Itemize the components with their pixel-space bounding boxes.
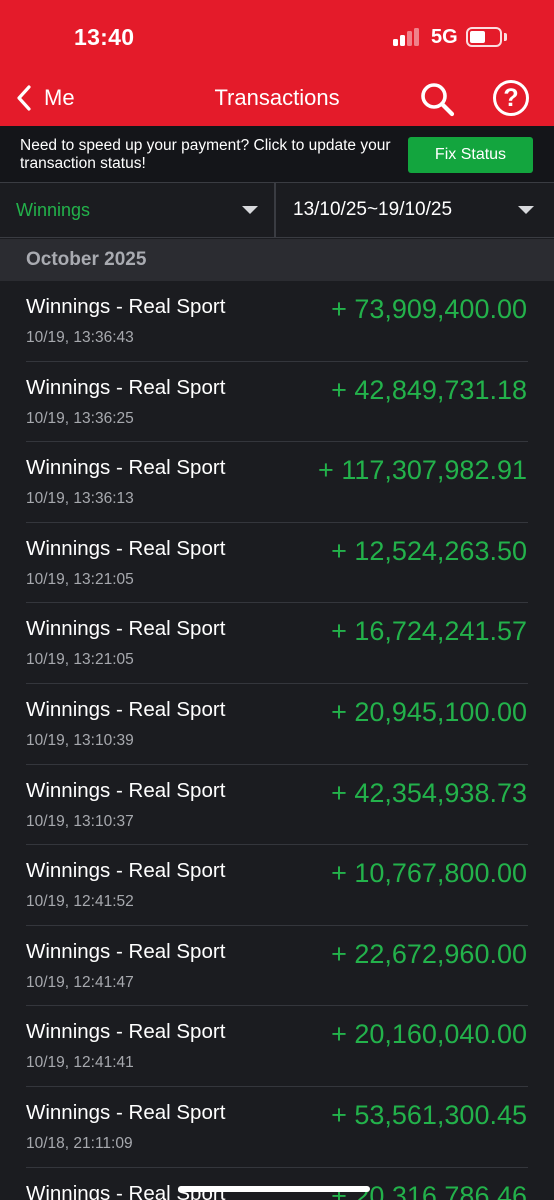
date-range-value: 13/10/25~19/10/25 [293, 199, 453, 220]
transaction-time: 10/19, 13:36:25 [26, 409, 134, 427]
transaction-row[interactable]: Winnings - Real Sport 10/19, 12:41:47 + … [0, 926, 554, 1007]
fix-status-button[interactable]: Fix Status [408, 137, 533, 173]
transaction-amount: + 22,672,960.00 [331, 938, 527, 969]
page-title: Transactions [214, 85, 340, 110]
transaction-name: Winnings - Real Sport [26, 939, 226, 963]
filter-bar: Winnings 13/10/25~19/10/25 [0, 182, 554, 238]
transaction-row[interactable]: Winnings - Real Sport 10/19, 13:21:05 + … [0, 603, 554, 684]
transaction-time: 10/19, 13:21:05 [26, 651, 134, 669]
transaction-name: Winnings - Real Sport [26, 778, 226, 802]
transaction-row[interactable]: Winnings - Real Sport 10/18, 21:11:09 + … [0, 1087, 554, 1168]
transaction-amount: + 73,909,400.00 [331, 294, 527, 324]
transaction-name: Winnings - Real Sport [26, 1020, 226, 1044]
transaction-name: Winnings - Real Sport [26, 536, 226, 560]
transaction-name: Winnings - Real Sport [26, 617, 226, 641]
transaction-list: Winnings - Real Sport 10/19, 13:36:43 + … [0, 281, 554, 1200]
month-label: October 2025 [26, 249, 147, 270]
transaction-amount: + 20,160,040.00 [331, 1019, 527, 1050]
transaction-amount: + 16,724,241.57 [331, 616, 527, 647]
transaction-time: 10/19, 12:41:52 [26, 893, 134, 911]
transaction-row[interactable]: Winnings - Real Sport 10/19, 13:10:37 + … [0, 765, 554, 846]
transaction-name: Winnings - Real Sport [26, 375, 226, 399]
caret-down-icon [518, 206, 534, 214]
help-circle-icon: ? [503, 83, 519, 112]
transaction-time: 10/19, 13:21:05 [26, 570, 134, 588]
battery-cap [504, 33, 507, 41]
banner-message: Need to speed up your payment? Click to … [20, 137, 391, 172]
date-range-dropdown[interactable]: 13/10/25~19/10/25 [278, 183, 554, 237]
transaction-row[interactable]: Winnings - Real Sport 10/19, 13:36:25 + … [0, 362, 554, 443]
month-section-header: October 2025 [0, 239, 554, 281]
transaction-time: 10/19, 13:10:37 [26, 812, 134, 830]
transaction-type-value: Winnings [16, 199, 91, 220]
transaction-time: 10/19, 13:36:13 [26, 490, 134, 508]
transaction-amount: + 10,767,800.00 [331, 858, 527, 889]
help-button[interactable]: ? [493, 80, 529, 116]
transaction-row[interactable]: Winnings - Real Sport 10/19, 13:36:13 + … [0, 442, 554, 523]
search-button[interactable] [418, 80, 456, 118]
home-indicator[interactable] [178, 1186, 370, 1192]
transaction-amount: + 20,945,100.00 [331, 696, 527, 727]
network-type: 5G [431, 26, 458, 48]
transaction-name: Winnings - Real Sport [26, 295, 226, 318]
transaction-amount: + 42,354,938.73 [331, 777, 527, 808]
status-time: 13:40 [74, 24, 135, 50]
transaction-row[interactable]: Winnings - Real Sport 10/19, 13:10:39 + … [0, 684, 554, 765]
transaction-type-dropdown[interactable]: Winnings [0, 183, 276, 237]
app-header: 13:40 5G Me Transactions ? [0, 0, 554, 126]
caret-down-icon [242, 206, 258, 214]
transaction-amount: + 12,524,263.50 [331, 535, 527, 566]
transaction-row[interactable]: Winnings - Real Sport 10/19, 13:36:43 + … [0, 281, 554, 362]
battery-icon [466, 27, 502, 47]
transaction-row[interactable]: Winnings - Real Sport 10/19, 12:41:41 + … [0, 1006, 554, 1087]
transaction-row[interactable]: Winnings - Real Sport 10/19, 12:41:52 + … [0, 845, 554, 926]
transaction-row[interactable]: Winnings - Real Sport 10/19, 13:21:05 + … [0, 523, 554, 604]
transaction-name: Winnings - Real Sport [26, 859, 226, 883]
transaction-time: 10/19, 12:41:41 [26, 1054, 134, 1072]
transaction-row[interactable]: Winnings - Real Sport + 20,316,786.46 [0, 1168, 554, 1200]
transaction-time: 10/19, 12:41:47 [26, 973, 134, 991]
transaction-time: 10/18, 21:11:09 [26, 1134, 133, 1152]
transactions-screen: 13:40 5G Me Transactions ? Need to speed… [0, 0, 554, 1200]
transaction-amount: + 42,849,731.18 [331, 374, 527, 405]
transaction-time: 10/19, 13:36:43 [26, 329, 134, 346]
transaction-amount: + 117,307,982.91 [318, 455, 527, 486]
signal-strength-icon [393, 28, 422, 46]
transaction-name: Winnings - Real Sport [26, 697, 226, 721]
transaction-name: Winnings - Real Sport [26, 456, 226, 480]
transaction-time: 10/19, 13:10:39 [26, 731, 134, 749]
transaction-name: Winnings - Real Sport [26, 1100, 226, 1124]
transaction-amount: + 53,561,300.45 [331, 1099, 527, 1130]
search-icon [421, 83, 455, 117]
